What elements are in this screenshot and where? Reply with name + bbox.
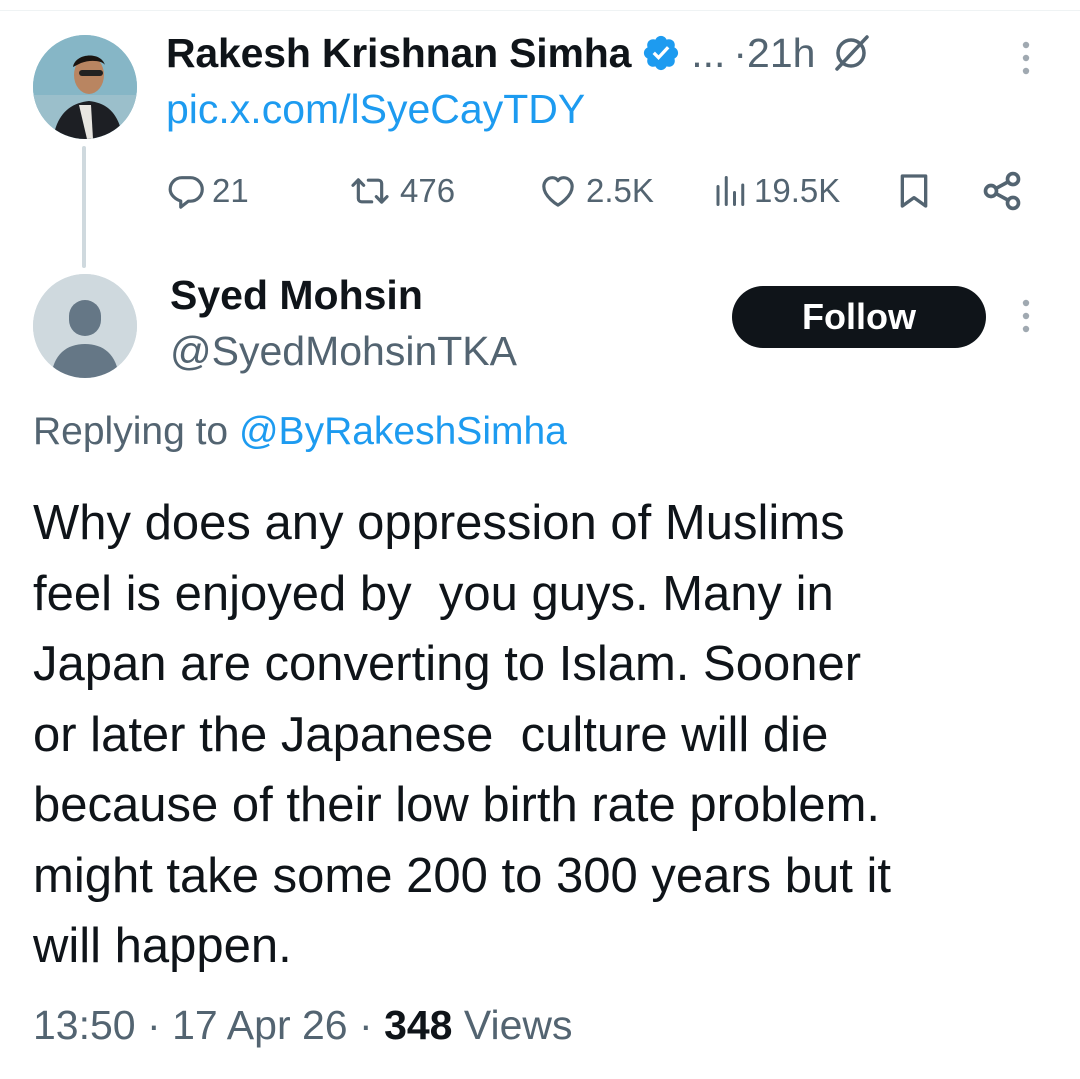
parent-media-link[interactable]: pic.x.com/lSyeCayTDY xyxy=(166,86,585,133)
bookmark-button[interactable] xyxy=(894,166,934,216)
verified-badge-icon xyxy=(641,33,681,73)
share-button[interactable] xyxy=(980,166,1024,216)
parent-author-name[interactable]: Rakesh Krishnan Simha xyxy=(166,30,631,77)
reply-author-avatar[interactable] xyxy=(33,274,137,378)
reply-button[interactable]: 21 xyxy=(166,166,249,216)
repost-icon xyxy=(351,178,389,204)
reply-icon xyxy=(168,176,204,209)
repost-button[interactable]: 476 xyxy=(346,166,455,216)
reply-time[interactable]: 13:50 xyxy=(33,1002,136,1048)
like-icon xyxy=(542,176,574,207)
top-divider xyxy=(0,10,1080,11)
reply-count: 21 xyxy=(212,172,249,209)
name-ellipsis: ... xyxy=(691,29,726,76)
reply-views-label: Views xyxy=(463,1002,573,1048)
like-count: 2.5K xyxy=(586,172,654,209)
reply-date[interactable]: 17 Apr 26 xyxy=(172,1002,348,1048)
thread-line xyxy=(82,146,86,268)
parent-time: ·21h xyxy=(733,29,816,76)
views-icon xyxy=(716,176,745,206)
replying-to-line: Replying to @ByRakeshSimha xyxy=(33,410,567,454)
like-button[interactable]: 2.5K xyxy=(536,166,654,216)
reply-tweet-text: Why does any oppression of Muslims feel … xyxy=(33,496,891,973)
reply-author-name[interactable]: Syed Mohsin xyxy=(170,272,423,319)
reply-meta-line: 13:50 · 17 Apr 26 · 348 Views xyxy=(33,1002,573,1048)
parent-more-icon[interactable] xyxy=(1014,38,1038,78)
parent-author-avatar[interactable] xyxy=(33,35,137,139)
reply-more-icon[interactable] xyxy=(1014,296,1038,336)
reply-author-handle[interactable]: @SyedMohsinTKA xyxy=(170,328,517,375)
grok-icon[interactable] xyxy=(829,31,873,75)
views-button[interactable]: 19.5K xyxy=(712,166,840,216)
parent-header: Rakesh Krishnan Simha ... ·21h xyxy=(166,28,873,78)
share-icon xyxy=(983,171,1021,211)
reply-views-count: 348 xyxy=(384,1002,453,1048)
follow-button[interactable]: Follow xyxy=(732,286,986,348)
replying-to-mention[interactable]: @ByRakeshSimha xyxy=(239,410,567,453)
replying-to-label: Replying to xyxy=(33,410,229,453)
repost-count: 476 xyxy=(400,172,456,209)
bookmark-icon xyxy=(900,174,928,208)
views-count: 19.5K xyxy=(754,172,841,209)
